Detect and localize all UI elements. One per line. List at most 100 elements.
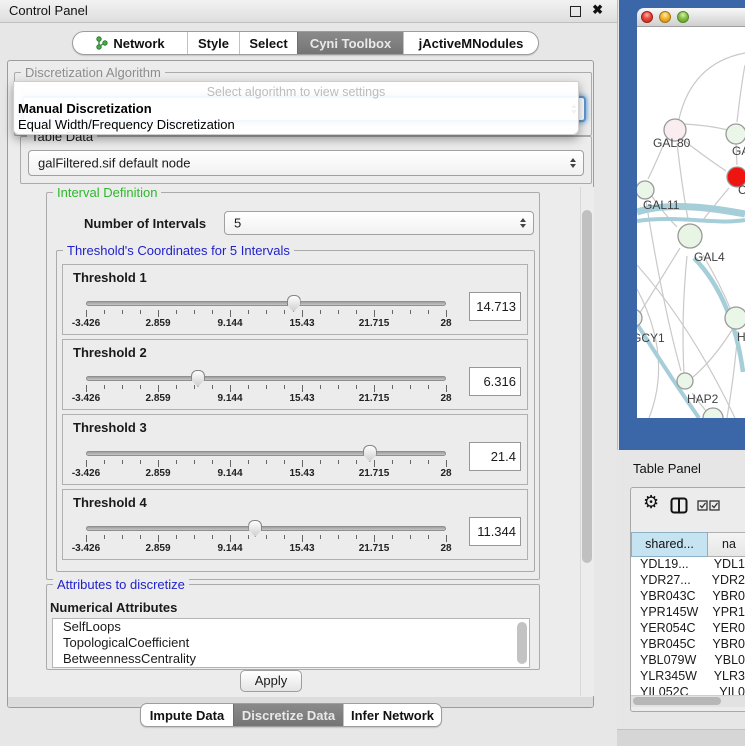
network-node-GAL7[interactable] — [726, 124, 745, 144]
number-of-intervals-combobox[interactable]: 5 — [224, 211, 534, 235]
network-edge[interactable] — [737, 65, 745, 122]
network-edge[interactable] — [683, 256, 687, 374]
tab-impute-data[interactable]: Impute Data — [141, 704, 233, 726]
cell-shared-name[interactable]: YPR145W — [631, 605, 698, 621]
close-traffic-light-icon[interactable] — [641, 11, 653, 23]
table-hscrollbar-thumb[interactable] — [633, 697, 721, 705]
table-body[interactable]: YDL19...YDL1YDR27...YDR2YBR043CYBR0YPR14… — [631, 557, 745, 695]
cell-name[interactable]: YBL0 — [700, 653, 745, 669]
cell-name[interactable]: YDR2 — [698, 573, 745, 589]
tick-mark — [428, 310, 429, 314]
cell-shared-name[interactable]: YDR27... — [631, 573, 698, 589]
popup-item-manual-discretization[interactable]: Manual Discretization — [18, 101, 152, 116]
tab-select[interactable]: Select — [239, 32, 297, 54]
cell-shared-name[interactable]: YIL052C — [631, 685, 705, 695]
table-row[interactable]: YER054CYER0 — [631, 621, 745, 637]
cell-shared-name[interactable]: YBR043C — [631, 589, 698, 605]
cell-name[interactable]: YBR0 — [698, 589, 745, 605]
tick-label: 15.43 — [289, 393, 314, 404]
column-header-shared-name[interactable]: shared... — [631, 532, 708, 557]
network-node-GAL4[interactable] — [678, 224, 702, 248]
network-edge[interactable] — [637, 219, 745, 221]
table-row[interactable]: YIL052CYIL0 — [631, 685, 745, 695]
network-edge[interactable] — [693, 330, 732, 377]
threshold-value-field[interactable]: 14.713 — [469, 292, 521, 321]
network-node-bottom-node[interactable] — [703, 408, 723, 418]
cell-shared-name[interactable]: YLR345W — [631, 669, 700, 685]
select-columns-icon[interactable] — [697, 500, 721, 511]
close-icon[interactable]: ✖ — [592, 2, 603, 18]
attribute-list-item[interactable]: BetweennessCentrality — [53, 651, 529, 667]
network-node-GAL11[interactable] — [637, 181, 654, 199]
threshold-slider-track[interactable] — [86, 526, 446, 531]
network-node-label: GAL80 — [653, 136, 691, 150]
tick-mark — [176, 460, 177, 464]
float-window-icon[interactable] — [570, 6, 581, 17]
cell-shared-name[interactable]: YER054C — [631, 621, 698, 637]
table-row[interactable]: YLR345WYLR3 — [631, 669, 745, 685]
network-edge[interactable] — [703, 188, 729, 220]
cell-name[interactable]: YPR1 — [698, 605, 745, 621]
cell-name[interactable]: YDL1 — [700, 557, 745, 573]
table-panel-bottom-strip — [617, 729, 745, 746]
network-edge[interactable] — [679, 53, 745, 119]
threshold-panel-1: Threshold 1-3.4262.8599.14415.4321.71528… — [62, 264, 528, 335]
cell-name[interactable]: YBR0 — [698, 637, 745, 653]
column-layout-icon[interactable] — [670, 497, 688, 514]
cell-name[interactable]: YER0 — [698, 621, 745, 637]
cell-shared-name[interactable]: YBR045C — [631, 637, 698, 653]
column-header-name[interactable]: na — [708, 532, 745, 557]
threshold-value-field[interactable]: 6.316 — [469, 367, 521, 396]
cell-shared-name[interactable]: YDL19... — [631, 557, 700, 573]
popup-item-equal-width-frequency[interactable]: Equal Width/Frequency Discretization — [18, 117, 235, 132]
tick-mark — [140, 310, 141, 314]
tab-style[interactable]: Style — [187, 32, 239, 54]
table-row[interactable]: YPR145WYPR1 — [631, 605, 745, 621]
table-row[interactable]: YDR27...YDR2 — [631, 573, 745, 589]
table-row[interactable]: YBR043CYBR0 — [631, 589, 745, 605]
tick-mark — [392, 535, 393, 539]
table-row[interactable]: YBR045CYBR0 — [631, 637, 745, 653]
table-row[interactable]: YBL079WYBL0 — [631, 653, 745, 669]
zoom-traffic-light-icon[interactable] — [677, 11, 689, 23]
numerical-attributes-list[interactable]: SelfLoopsTopologicalCoefficientBetweenne… — [52, 618, 530, 668]
threshold-value-field[interactable]: 21.4 — [469, 442, 521, 471]
threshold-slider-track[interactable] — [86, 451, 446, 456]
control-panel-titlebar[interactable]: Control Panel ✖ — [0, 0, 617, 23]
tab-infer-network[interactable]: Infer Network — [343, 704, 441, 726]
cell-shared-name[interactable]: YBL079W — [631, 653, 700, 669]
tick-mark — [284, 460, 285, 464]
table-row[interactable]: YDL19...YDL1 — [631, 557, 745, 573]
threshold-slider-track[interactable] — [86, 301, 446, 306]
apply-button[interactable]: Apply — [240, 670, 302, 692]
network-edge[interactable] — [683, 124, 728, 130]
table-data-combobox[interactable]: galFiltered.sif default node — [28, 150, 584, 176]
network-node-H-node[interactable] — [725, 307, 745, 329]
network-node-HAP2[interactable] — [677, 373, 693, 389]
tab-network[interactable]: Network — [73, 32, 187, 54]
content-scrollbar-thumb[interactable] — [582, 210, 592, 563]
tab-jactivemnodules[interactable]: jActiveMNodules — [403, 32, 538, 54]
tab-cyni-toolbox[interactable]: Cyni Toolbox — [297, 32, 403, 54]
tick-mark — [266, 385, 267, 389]
attributes-list-scrollbar[interactable] — [517, 622, 527, 664]
attribute-list-item[interactable]: TopologicalCoefficient — [53, 635, 529, 651]
cell-name[interactable]: YIL0 — [705, 685, 745, 695]
combobox-stepper-icon — [520, 218, 526, 228]
network-canvas[interactable]: GAL80GACGAL11GAL4GCY1HHAP2 — [637, 27, 745, 418]
gear-icon[interactable]: ⚙ — [643, 492, 659, 513]
threshold-slider-track[interactable] — [86, 376, 446, 381]
cell-name[interactable]: YLR3 — [700, 669, 745, 685]
tick-mark — [86, 310, 87, 317]
minimize-traffic-light-icon[interactable] — [659, 11, 671, 23]
slider-tick-labels: -3.4262.8599.14415.4321.71528 — [86, 543, 446, 555]
attribute-list-item[interactable]: SelfLoops — [53, 619, 529, 635]
threshold-value-field[interactable]: 11.344 — [469, 517, 521, 546]
tick-mark — [338, 535, 339, 539]
tab-discretize-data[interactable]: Discretize Data — [233, 704, 343, 726]
network-edge[interactable] — [638, 248, 680, 316]
network-icon — [95, 36, 108, 50]
network-window-titlebar[interactable] — [637, 8, 745, 27]
tick-mark — [446, 535, 447, 542]
tick-mark — [284, 310, 285, 314]
